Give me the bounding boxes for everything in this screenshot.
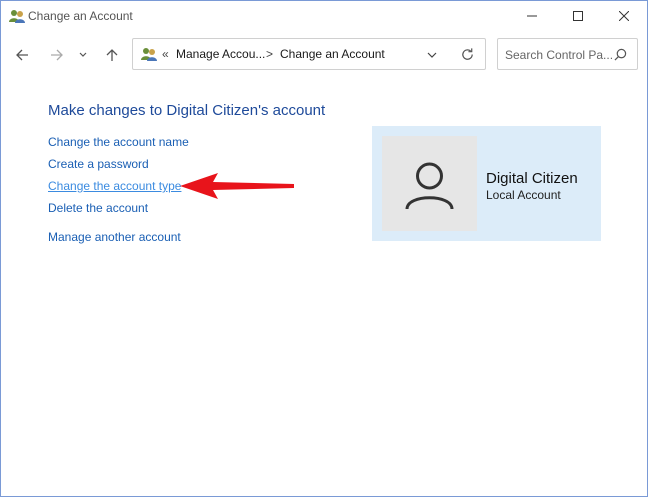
user-icon bbox=[405, 162, 454, 210]
refresh-icon[interactable] bbox=[460, 47, 475, 62]
avatar bbox=[382, 136, 477, 231]
minimize-button[interactable] bbox=[509, 1, 555, 31]
window-title: Change an Account bbox=[28, 9, 133, 23]
up-button[interactable] bbox=[99, 44, 125, 66]
maximize-button[interactable] bbox=[555, 1, 601, 31]
search-box[interactable]: Search Control Pa... bbox=[497, 38, 638, 70]
arrow-left-icon bbox=[16, 49, 28, 61]
back-button[interactable] bbox=[9, 44, 35, 66]
arrow-up-icon bbox=[106, 49, 118, 61]
address-bar[interactable]: « Manage Accou... > Change an Account bbox=[132, 38, 486, 70]
recent-locations-button[interactable] bbox=[73, 44, 93, 66]
arrow-right-icon bbox=[51, 49, 63, 61]
breadcrumb-manage-accounts[interactable]: Manage Accou... bbox=[176, 47, 265, 61]
account-card: Digital Citizen Local Account bbox=[372, 126, 601, 241]
minimize-icon bbox=[527, 15, 537, 17]
users-icon bbox=[9, 10, 25, 23]
change-name-link[interactable]: Change the account name bbox=[48, 135, 189, 149]
red-arrow-annotation bbox=[180, 173, 294, 199]
page-title: Make changes to Digital Citizen's accoun… bbox=[48, 102, 326, 119]
breadcrumb-separator: > bbox=[266, 47, 274, 61]
breadcrumb-change-account[interactable]: Change an Account bbox=[280, 47, 385, 61]
search-placeholder[interactable]: Search Control Pa... bbox=[505, 48, 613, 62]
close-icon bbox=[619, 11, 629, 21]
forward-button[interactable] bbox=[44, 44, 70, 66]
account-type: Local Account bbox=[486, 188, 561, 202]
account-name: Digital Citizen bbox=[486, 170, 578, 187]
users-icon bbox=[141, 48, 157, 61]
address-overflow[interactable]: « bbox=[162, 47, 169, 61]
manage-another-link[interactable]: Manage another account bbox=[48, 230, 181, 244]
create-password-link[interactable]: Create a password bbox=[48, 157, 149, 171]
search-icon[interactable] bbox=[614, 48, 627, 61]
change-type-link[interactable]: Change the account type bbox=[48, 179, 181, 193]
chevron-down-icon[interactable] bbox=[426, 49, 438, 61]
title-bar: Change an Account bbox=[1, 1, 647, 31]
chevron-down-icon bbox=[79, 52, 87, 57]
delete-account-link[interactable]: Delete the account bbox=[48, 201, 148, 215]
maximize-icon bbox=[573, 11, 583, 21]
close-button[interactable] bbox=[601, 1, 647, 31]
window: Change an Account « Manage Accou... > Ch… bbox=[0, 0, 648, 497]
